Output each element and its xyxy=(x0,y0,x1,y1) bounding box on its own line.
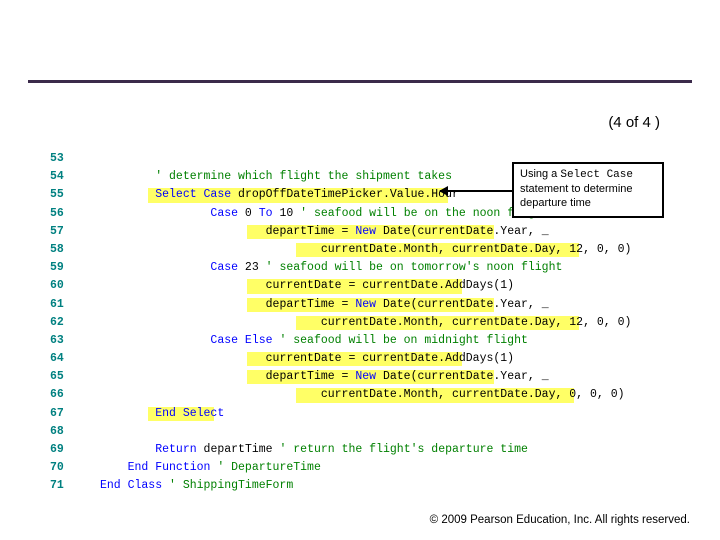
callout-text: statement to determine xyxy=(520,183,633,195)
line-number: 69 xyxy=(50,441,72,459)
line-number: 65 xyxy=(50,368,72,386)
code-line: 58 currentDate.Month, currentDate.Day, 1… xyxy=(50,241,670,259)
line-number: 68 xyxy=(50,423,72,441)
callout-box: Using a Select Case statement to determi… xyxy=(512,162,664,218)
code-line: 67 End Select xyxy=(50,405,670,423)
line-number: 66 xyxy=(50,386,72,404)
line-number: 57 xyxy=(50,223,72,241)
code-line: 70 End Function ' DepartureTime xyxy=(50,459,670,477)
divider xyxy=(28,80,692,83)
code-line: 59 Case 23 ' seafood will be on tomorrow… xyxy=(50,259,670,277)
code-line: 60 currentDate = currentDate.AddDays(1) xyxy=(50,277,670,295)
line-number: 62 xyxy=(50,314,72,332)
line-number: 60 xyxy=(50,277,72,295)
callout-code: Select Case xyxy=(560,169,633,181)
line-number: 58 xyxy=(50,241,72,259)
callout-text: Using a xyxy=(520,168,560,180)
callout-arrow xyxy=(440,190,512,192)
code-line: 61 departTime = New Date(currentDate.Yea… xyxy=(50,296,670,314)
line-number: 70 xyxy=(50,459,72,477)
code-line: 65 departTime = New Date(currentDate.Yea… xyxy=(50,368,670,386)
copyright-text: 2009 Pearson Education, Inc. All rights … xyxy=(441,514,690,526)
line-number: 67 xyxy=(50,405,72,423)
copyright-symbol: © xyxy=(430,514,442,526)
line-number: 63 xyxy=(50,332,72,350)
code-line: 71End Class ' ShippingTimeForm xyxy=(50,477,670,495)
page-counter: (4 of 4 ) xyxy=(0,114,660,131)
code-line: 69 Return departTime ' return the flight… xyxy=(50,441,670,459)
line-number: 54 xyxy=(50,168,72,186)
code-line: 64 currentDate = currentDate.AddDays(1) xyxy=(50,350,670,368)
footer: © 2009 Pearson Education, Inc. All right… xyxy=(430,514,690,526)
code-line: 68 xyxy=(50,423,670,441)
line-number: 59 xyxy=(50,259,72,277)
code-line: 57 departTime = New Date(currentDate.Yea… xyxy=(50,223,670,241)
line-number: 53 xyxy=(50,150,72,168)
line-number: 56 xyxy=(50,205,72,223)
code-line: 62 currentDate.Month, currentDate.Day, 1… xyxy=(50,314,670,332)
line-number: 55 xyxy=(50,186,72,204)
line-number: 71 xyxy=(50,477,72,495)
code-line: 63 Case Else ' seafood will be on midnig… xyxy=(50,332,670,350)
callout-text: departure time xyxy=(520,197,591,209)
code-line: 66 currentDate.Month, currentDate.Day, 0… xyxy=(50,386,670,404)
line-number: 64 xyxy=(50,350,72,368)
line-number: 61 xyxy=(50,296,72,314)
